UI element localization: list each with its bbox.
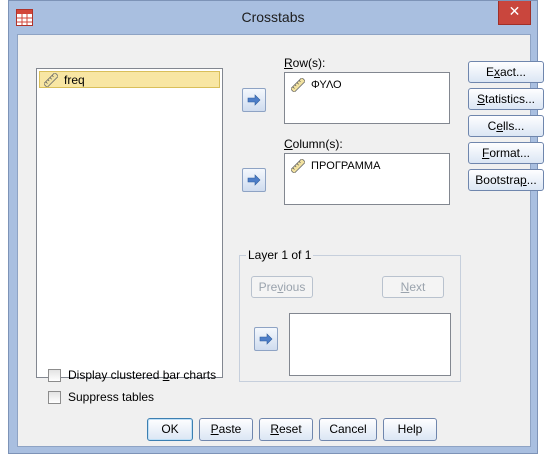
move-to-layer-button[interactable] xyxy=(254,327,278,351)
arrow-right-icon xyxy=(259,333,273,345)
next-button[interactable]: Next xyxy=(382,276,444,298)
rows-list[interactable]: ΦΥΛΟ xyxy=(284,72,450,124)
bootstrap-button[interactable]: Bootstrap... xyxy=(468,169,544,191)
ruler-icon xyxy=(44,72,58,87)
layer-group: Layer 1 of 1 Previous Next xyxy=(239,248,461,382)
columns-label: Column(s): xyxy=(284,137,343,151)
ruler-icon xyxy=(291,158,305,173)
suppress-tables-option[interactable]: Suppress tables xyxy=(48,390,154,404)
suppress-tables-label: Suppress tables xyxy=(68,390,155,404)
rows-variable-name: ΦΥΛΟ xyxy=(311,78,342,91)
dialog-client: freq Row(s): ΦΥΛΟ Column(s): ΠΡΟΓΡΑΜΜΑ E… xyxy=(17,34,544,447)
columns-variable-name: ΠΡΟΓΡΑΜΜΑ xyxy=(311,159,381,172)
paste-button[interactable]: Paste xyxy=(199,418,253,441)
ok-button[interactable]: OK xyxy=(147,418,193,441)
variable-name: freq xyxy=(64,72,85,87)
rows-label: Row(s): xyxy=(284,56,326,70)
layer-title: Layer 1 of 1 xyxy=(246,248,314,262)
dialog-title: Crosstabs xyxy=(241,9,305,25)
suppress-tables-checkbox[interactable] xyxy=(48,390,61,404)
statistics-button[interactable]: Statistics... xyxy=(468,88,544,110)
help-button[interactable]: Help xyxy=(383,418,437,441)
source-variable-list[interactable]: freq xyxy=(36,68,223,378)
clustered-bar-charts-checkbox[interactable] xyxy=(48,368,61,382)
columns-item[interactable]: ΠΡΟΓΡΑΜΜΑ xyxy=(287,157,447,174)
close-button[interactable]: ✕ xyxy=(498,1,531,25)
clustered-bar-charts-label: Display clustered bar charts xyxy=(68,368,217,382)
previous-button[interactable]: Previous xyxy=(251,276,313,298)
title-bar[interactable]: Crosstabs ✕ xyxy=(9,1,537,34)
move-to-columns-button[interactable] xyxy=(242,168,266,192)
variable-item-freq[interactable]: freq xyxy=(39,71,220,88)
reset-button[interactable]: Reset xyxy=(259,418,313,441)
columns-list[interactable]: ΠΡΟΓΡΑΜΜΑ xyxy=(284,153,450,205)
close-icon: ✕ xyxy=(508,3,521,19)
layer-list[interactable] xyxy=(289,313,451,376)
cells-button[interactable]: Cells... xyxy=(468,115,544,137)
exact-button[interactable]: Exact... xyxy=(468,61,544,83)
move-to-rows-button[interactable] xyxy=(242,88,266,112)
crosstabs-dialog: Crosstabs ✕ freq Row(s): ΦΥΛΟ Column(s):… xyxy=(8,0,544,454)
cancel-button[interactable]: Cancel xyxy=(319,418,377,441)
rows-item[interactable]: ΦΥΛΟ xyxy=(287,76,447,93)
arrow-right-icon xyxy=(247,174,261,186)
clustered-bar-charts-option[interactable]: Display clustered bar charts xyxy=(48,368,216,382)
arrow-right-icon xyxy=(247,94,261,106)
format-button[interactable]: Format... xyxy=(468,142,544,164)
ruler-icon xyxy=(291,77,305,92)
